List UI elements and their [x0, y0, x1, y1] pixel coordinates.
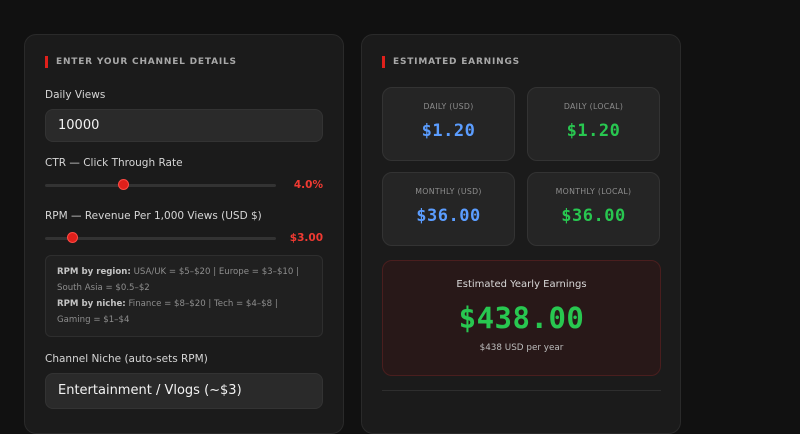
ctr-slider-thumb[interactable]: [118, 179, 129, 190]
daily-usd-label: DAILY (USD): [423, 102, 474, 111]
rpm-slider-thumb[interactable]: [67, 232, 78, 243]
niche-select[interactable]: Entertainment / Vlogs (~$3): [45, 373, 323, 409]
daily-local-card: DAILY (LOCAL) $1.20: [527, 87, 660, 161]
rpm-region-heading: RPM by region:: [57, 267, 131, 277]
estimated-earnings-title: ESTIMATED EARNINGS: [382, 56, 520, 68]
monthly-usd-value: $36.00: [416, 206, 481, 226]
yearly-earnings-subtext: $438 USD per year: [479, 343, 564, 353]
yearly-earnings-card: Estimated Yearly Earnings $438.00 $438 U…: [382, 260, 661, 376]
daily-usd-value: $1.20: [421, 121, 476, 141]
rpm-niche-heading: RPM by niche:: [57, 299, 126, 309]
daily-usd-card: DAILY (USD) $1.20: [382, 87, 515, 161]
ctr-slider[interactable]: [45, 179, 276, 190]
daily-local-label: DAILY (LOCAL): [563, 102, 624, 111]
daily-local-value: $1.20: [566, 121, 621, 141]
channel-details-title: ENTER YOUR CHANNEL DETAILS: [45, 56, 237, 68]
ctr-value: 4.0%: [293, 179, 323, 191]
yearly-earnings-value: $438.00: [458, 301, 585, 335]
daily-views-input[interactable]: 10000: [45, 109, 323, 142]
channel-details-panel: ENTER YOUR CHANNEL DETAILS Daily Views 1…: [24, 34, 344, 434]
monthly-local-card: MONTHLY (LOCAL) $36.00: [527, 172, 660, 246]
rpm-info-box: RPM by region: USA/UK = $5–$20 | Europe …: [45, 255, 323, 337]
daily-views-label: Daily Views: [45, 89, 106, 101]
divider: [382, 390, 661, 391]
monthly-local-label: MONTHLY (LOCAL): [555, 187, 632, 196]
ctr-label: CTR — Click Through Rate: [45, 157, 183, 169]
rpm-value: $3.00: [289, 232, 323, 244]
monthly-local-value: $36.00: [561, 206, 626, 226]
estimated-earnings-panel: ESTIMATED EARNINGS DAILY (USD) $1.20 DAI…: [361, 34, 681, 434]
niche-label: Channel Niche (auto-sets RPM): [45, 353, 208, 365]
monthly-usd-label: MONTHLY (USD): [415, 187, 482, 196]
rpm-slider[interactable]: [45, 232, 276, 243]
yearly-earnings-label: Estimated Yearly Earnings: [456, 279, 587, 290]
monthly-usd-card: MONTHLY (USD) $36.00: [382, 172, 515, 246]
rpm-label: RPM — Revenue Per 1,000 Views (USD $): [45, 210, 262, 222]
